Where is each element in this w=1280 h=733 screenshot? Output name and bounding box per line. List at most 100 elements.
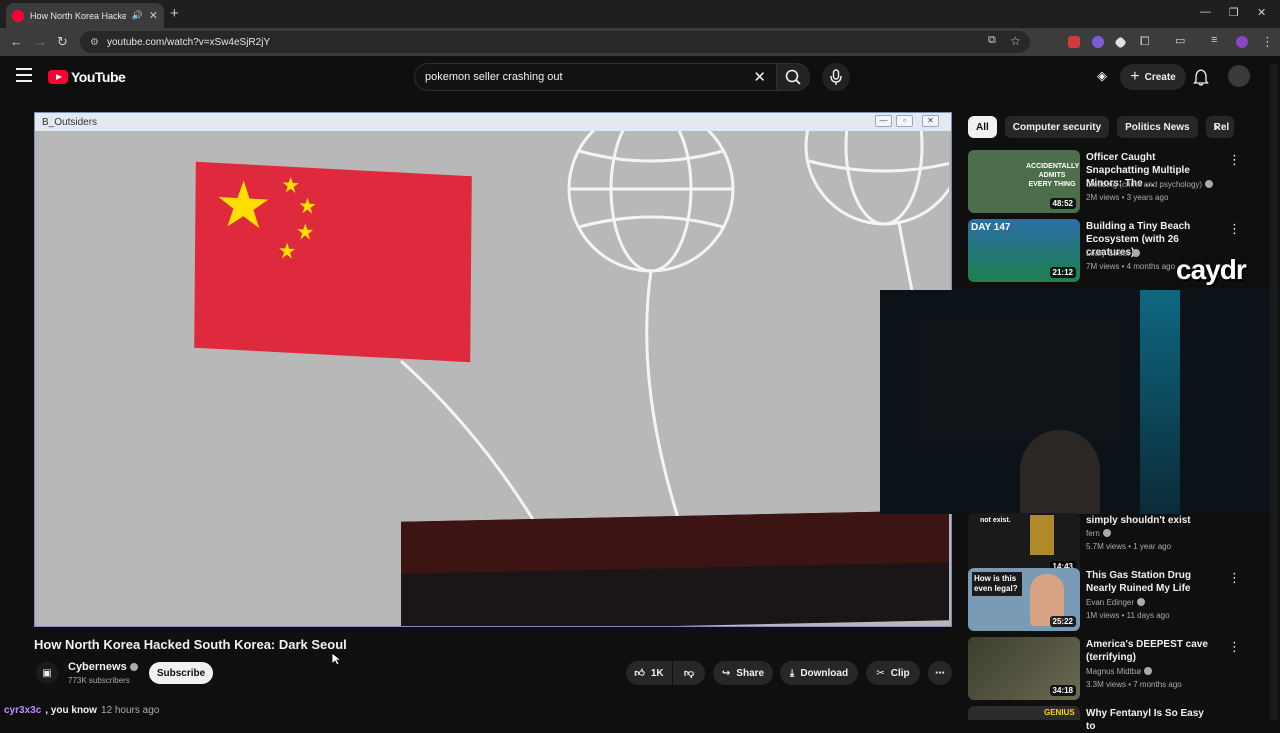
video-player[interactable]: B_Outsiders — ▫ ✕ [34, 112, 952, 627]
profile-avatar[interactable] [1236, 36, 1248, 48]
thumbs-down-icon: 👎︎ [683, 668, 695, 679]
cast-icon[interactable]: ◈ [1097, 68, 1107, 84]
video-thumbnail[interactable]: 34:18 [968, 637, 1080, 700]
youtube-logo[interactable]: YouTube [48, 69, 126, 85]
install-app-icon[interactable]: ⧉ [988, 34, 996, 47]
back-icon[interactable]: ← [10, 34, 23, 49]
video-title[interactable]: This Gas Station Drug Nearly Ruined My L… [1086, 569, 1216, 595]
notifications-bell-icon[interactable] [1193, 68, 1209, 86]
channel-name[interactable]: Evan Edinger [1086, 598, 1146, 607]
clear-search-icon[interactable]: ✕ [753, 68, 766, 86]
streamer-person [1020, 430, 1100, 514]
video-duration: 21:12 [1049, 267, 1076, 278]
subscribe-button[interactable]: Subscribe [149, 662, 213, 684]
like-button[interactable]: 👍︎ 1K [626, 661, 672, 685]
chip-computer-security[interactable]: Computer security [1004, 116, 1110, 138]
voice-search-button[interactable] [822, 63, 850, 91]
chip-related[interactable]: Rel [1205, 116, 1234, 138]
striped-flag-graphic [401, 510, 949, 626]
video-thumbnail[interactable]: ACCIDENTALLY ADMITS EVERY THING 48:52 [968, 150, 1080, 213]
embedded-window-title: B_Outsiders [42, 116, 98, 128]
more-actions-button[interactable]: ⋯ [928, 661, 952, 685]
recommended-video[interactable]: ACCIDENTALLY ADMITS EVERY THING 48:52 Of… [968, 150, 1241, 214]
address-bar[interactable]: ⚙ youtube.com/watch?v=xSw4eSjR2jY [80, 31, 1030, 53]
more-options-icon[interactable]: ⋮ [1228, 639, 1241, 655]
recommended-video[interactable]: How is this even legal? 25:22 This Gas S… [968, 568, 1241, 632]
share-button[interactable]: ↪ Share [713, 661, 773, 685]
channel-name[interactable]: Leafy Street [1086, 249, 1141, 258]
search-icon [785, 69, 801, 85]
video-thumbnail[interactable]: How is this even legal? 25:22 [968, 568, 1080, 631]
video-duration: 34:18 [1049, 685, 1076, 696]
recommended-video[interactable]: DAY 147 21:12 Building a Tiny Beach Ecos… [968, 219, 1241, 283]
bookmark-star-icon[interactable]: ☆ [1010, 34, 1021, 48]
search-input[interactable]: pokemon seller crashing out ✕ [414, 63, 776, 91]
reload-icon[interactable]: ↻ [57, 34, 68, 50]
new-tab-icon[interactable]: + [170, 5, 179, 22]
video-title: How North Korea Hacked South Korea: Dark… [34, 637, 347, 652]
channel-name[interactable]: fern [1086, 529, 1111, 538]
chat-text: , you know [45, 704, 97, 716]
video-meta: 7M views • 4 months ago [1086, 262, 1176, 271]
chip-all[interactable]: All [968, 116, 997, 138]
verified-badge-icon [1132, 249, 1141, 257]
tab-title: How North Korea Hacked S [30, 10, 126, 21]
video-title[interactable]: Why Fentanyl Is So Easy to [1086, 707, 1216, 733]
verified-badge-icon [1137, 598, 1146, 606]
embedded-close-icon: ✕ [922, 115, 939, 127]
extension-icon[interactable] [1114, 36, 1127, 49]
filter-chips: All Computer security Politics News Rel [968, 116, 1234, 138]
download-button[interactable]: ⤓ Download [780, 661, 858, 685]
hamburger-menu-icon[interactable] [16, 68, 32, 82]
extension-icon[interactable] [1092, 36, 1104, 48]
speaker-icon[interactable]: 🔊 [132, 10, 143, 21]
channel-name[interactable]: Cybernews [68, 661, 138, 673]
video-thumbnail[interactable]: not exist. 14:43 [968, 513, 1080, 576]
dislike-button[interactable]: 👎︎ [673, 661, 705, 685]
extension-icon[interactable] [1068, 36, 1080, 48]
restore-icon[interactable]: ❐ [1229, 6, 1239, 19]
video-title[interactable]: simply shouldn't exist [1086, 514, 1216, 527]
chevron-right-icon[interactable]: › [1214, 118, 1219, 134]
video-title[interactable]: America's DEEPEST cave (terrifying) [1086, 638, 1216, 664]
side-panel-icon[interactable]: ▭ [1175, 34, 1185, 47]
clip-button[interactable]: ✂ Clip [866, 661, 920, 685]
url-text: youtube.com/watch?v=xSw4eSjR2jY [106, 36, 271, 48]
verified-badge-icon [1144, 667, 1153, 675]
page-scrollbar[interactable] [1270, 64, 1278, 720]
close-tab-icon[interactable]: ✕ [149, 9, 158, 22]
share-arrow-icon: ↪ [721, 667, 731, 679]
video-thumbnail[interactable]: GENIUS [968, 706, 1080, 720]
account-avatar[interactable] [1228, 65, 1250, 87]
more-options-icon[interactable]: ⋮ [1228, 570, 1241, 586]
video-duration: 48:52 [1049, 198, 1076, 209]
media-controls-icon[interactable]: ≡ [1211, 34, 1217, 46]
thumbs-up-icon: 👍︎ [634, 668, 645, 679]
more-options-icon[interactable]: ⋮ [1228, 221, 1241, 237]
puzzle-extensions-icon[interactable]: ⧠ [1140, 34, 1150, 49]
channel-avatar[interactable]: ▣ [36, 662, 58, 684]
mouse-cursor-icon [331, 652, 341, 666]
scissors-icon: ✂ [876, 667, 885, 679]
chrome-menu-icon[interactable]: ⋮ [1261, 34, 1274, 50]
video-meta: 1M views • 11 days ago [1086, 611, 1170, 620]
chip-politics-news[interactable]: Politics News [1117, 116, 1198, 138]
search-button[interactable] [776, 63, 810, 91]
forward-icon[interactable]: → [34, 34, 47, 49]
browser-tab-strip: How North Korea Hacked S 🔊 ✕ + — ❐ ✕ [0, 0, 1280, 28]
youtube-header: YouTube pokemon seller crashing out ✕ ◈ … [0, 56, 1280, 98]
create-button[interactable]: + Create [1120, 64, 1186, 90]
minimize-icon[interactable]: — [1200, 6, 1211, 18]
more-options-icon[interactable]: ⋮ [1228, 152, 1241, 168]
site-info-icon[interactable]: ⚙ [90, 37, 99, 48]
recommended-video[interactable]: 34:18 America's DEEPEST cave (terrifying… [968, 637, 1241, 701]
recommended-video[interactable]: GENIUS Why Fentanyl Is So Easy to [968, 706, 1238, 732]
close-window-icon[interactable]: ✕ [1257, 6, 1266, 19]
channel-name[interactable]: dreading (crime and psychology) [1086, 180, 1214, 189]
microphone-icon [830, 69, 842, 85]
browser-tab[interactable]: How North Korea Hacked S 🔊 ✕ [6, 3, 164, 28]
video-frame [39, 131, 949, 626]
search-query: pokemon seller crashing out [425, 71, 563, 83]
video-thumbnail[interactable]: DAY 147 21:12 [968, 219, 1080, 282]
channel-name[interactable]: Magnus Midtbø [1086, 667, 1153, 676]
